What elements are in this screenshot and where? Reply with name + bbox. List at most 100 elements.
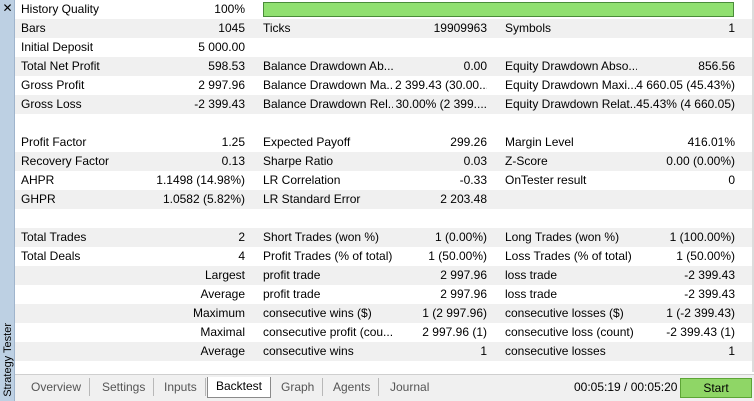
- row-label: consecutive wins ($): [263, 306, 372, 320]
- table-row: Profit Factor 1.25 Expected Payoff 299.2…: [15, 133, 754, 152]
- row-value: 1: [728, 21, 735, 35]
- side-panel: ✕ Strategy Tester: [0, 0, 15, 401]
- row-value: 1: [728, 344, 735, 358]
- table-row: AHPR 1.1498 (14.98%) LR Correlation -0.3…: [15, 171, 754, 190]
- row-value: 1.0582 (5.82%): [162, 192, 245, 206]
- row-value: 856.56: [698, 59, 735, 73]
- row-value: 1.1498 (14.98%): [156, 173, 245, 187]
- row-qualifier: Maximal: [200, 325, 245, 339]
- row-value: 0: [728, 173, 735, 187]
- row-value: 416.01%: [687, 135, 735, 149]
- row-label: Z-Score: [505, 154, 548, 168]
- row-value: 4 660.05 (45.43%): [636, 78, 735, 92]
- row-label: consecutive losses ($): [505, 306, 624, 320]
- panel-title: Strategy Tester: [2, 323, 14, 397]
- table-row: Total Trades 2 Short Trades (won %) 1 (0…: [15, 228, 754, 247]
- row-value: 2: [238, 230, 245, 244]
- table-row: Gross Profit 2 997.96 Balance Drawdown M…: [15, 76, 754, 95]
- row-label: Short Trades (won %): [263, 230, 380, 244]
- row-label: Balance Drawdown Ab...: [263, 59, 393, 73]
- table-row: Largest profit trade 2 997.96 loss trade…: [15, 266, 754, 285]
- history-quality-bar: [263, 2, 734, 17]
- row-value: -2 399.43: [194, 97, 245, 111]
- row-value: 1: [480, 344, 487, 358]
- row-label: Equity Drawdown Abso...: [505, 59, 637, 73]
- table-row: Recovery Factor 0.13 Sharpe Ratio 0.03 Z…: [15, 152, 754, 171]
- row-label: LR Correlation: [263, 173, 341, 187]
- table-row: Bars 1045 Ticks 19909963 Symbols 1: [15, 19, 754, 38]
- tab-agents[interactable]: Agents: [325, 378, 380, 396]
- table-row: Gross Loss -2 399.43 Balance Drawdown Re…: [15, 95, 754, 114]
- row-value: 4: [238, 249, 245, 263]
- row-value: -0.33: [459, 173, 487, 187]
- row-label: Balance Drawdown Rel...: [263, 97, 393, 111]
- row-value: 0.00 (0.00%): [666, 154, 735, 168]
- row-value: -2 399.43 (1): [666, 325, 735, 339]
- row-value: 1 (100.00%): [669, 230, 735, 244]
- row-value: -2 399.43: [684, 287, 735, 301]
- row-value: 1 (50.00%): [676, 249, 735, 263]
- row-value: -2 399.43: [684, 268, 735, 282]
- row-value: 2 399.43 (30.00...: [395, 78, 487, 92]
- table-row: Average consecutive wins 1 consecutive l…: [15, 342, 754, 361]
- row-qualifier: Maximum: [192, 306, 245, 320]
- table-row: Total Deals 4 Profit Trades (% of total)…: [15, 247, 754, 266]
- row-value: 598.53: [208, 59, 245, 73]
- row-label: Loss Trades (% of total): [505, 249, 632, 263]
- row-value: 0.13: [221, 154, 245, 168]
- row-label: Expected Payoff: [263, 135, 351, 149]
- tab-graph[interactable]: Graph: [273, 378, 324, 396]
- row-value: 1045: [218, 21, 245, 35]
- row-value: 299.26: [450, 135, 487, 149]
- row-value: 1 (0.00%): [434, 230, 487, 244]
- tab-overview[interactable]: Overview: [23, 378, 91, 396]
- row-qualifier: Average: [200, 344, 245, 358]
- row-label: Symbols: [505, 21, 552, 35]
- row-label: Long Trades (won %): [505, 230, 620, 244]
- row-label: consecutive loss (count): [505, 325, 634, 339]
- row-value: 1.25: [221, 135, 245, 149]
- row-label: Equity Drawdown Maxi...: [505, 78, 637, 92]
- row-label: Margin Level: [505, 135, 574, 149]
- tab-settings[interactable]: Settings: [94, 378, 155, 396]
- tab-journal[interactable]: Journal: [382, 378, 437, 396]
- table-row: History Quality 100%: [15, 0, 754, 19]
- row-label: profit trade: [263, 268, 321, 282]
- row-label: Profit Trades (% of total): [263, 249, 393, 263]
- row-value: 0.03: [463, 154, 487, 168]
- row-label: OnTester result: [505, 173, 587, 187]
- row-label: LR Standard Error: [263, 192, 361, 206]
- row-label: profit trade: [263, 287, 321, 301]
- row-value: 30.00% (2 399....: [395, 97, 487, 111]
- row-label: loss trade: [505, 268, 558, 282]
- row-label: Equity Drawdown Relat...: [505, 97, 637, 111]
- row-value: 1 (50.00%): [428, 249, 487, 263]
- row-qualifier: Largest: [204, 268, 245, 282]
- table-row: Initial Deposit 5 000.00: [15, 38, 754, 57]
- table-row: Maximal consecutive profit (cou... 2 997…: [15, 323, 754, 342]
- start-button[interactable]: Start: [680, 378, 752, 398]
- row-label: loss trade: [505, 287, 558, 301]
- row-value: 0.00: [463, 59, 487, 73]
- row-value: 2 997.96: [440, 287, 487, 301]
- table-row: Maximum consecutive wins ($) 1 (2 997.96…: [15, 304, 754, 323]
- table-row-empty: [15, 114, 754, 133]
- tab-backtest[interactable]: Backtest: [207, 377, 272, 398]
- results-table: History Quality 100% Bars 1045 Ticks 199…: [15, 0, 754, 361]
- close-icon[interactable]: ✕: [0, 1, 15, 15]
- table-row: Total Net Profit 598.53 Balance Drawdown…: [15, 57, 754, 76]
- table-row: GHPR 1.0582 (5.82%) LR Standard Error 2 …: [15, 190, 754, 209]
- row-value: 1 (-2 399.43): [666, 306, 735, 320]
- table-row: Average profit trade 2 997.96 loss trade…: [15, 285, 754, 304]
- table-row-empty: [15, 209, 754, 228]
- history-quality-value: 100%: [214, 2, 245, 16]
- row-label: Balance Drawdown Ma...: [263, 78, 393, 92]
- row-label: consecutive wins: [263, 344, 354, 358]
- row-label: Sharpe Ratio: [263, 154, 334, 168]
- row-value: 45.43% (4 660.05): [636, 97, 735, 111]
- row-value: 1 (2 997.96): [422, 306, 487, 320]
- tab-inputs[interactable]: Inputs: [156, 378, 206, 396]
- row-value: 19909963: [433, 21, 487, 35]
- row-value: 2 997.96: [198, 78, 245, 92]
- row-qualifier: Average: [200, 287, 245, 301]
